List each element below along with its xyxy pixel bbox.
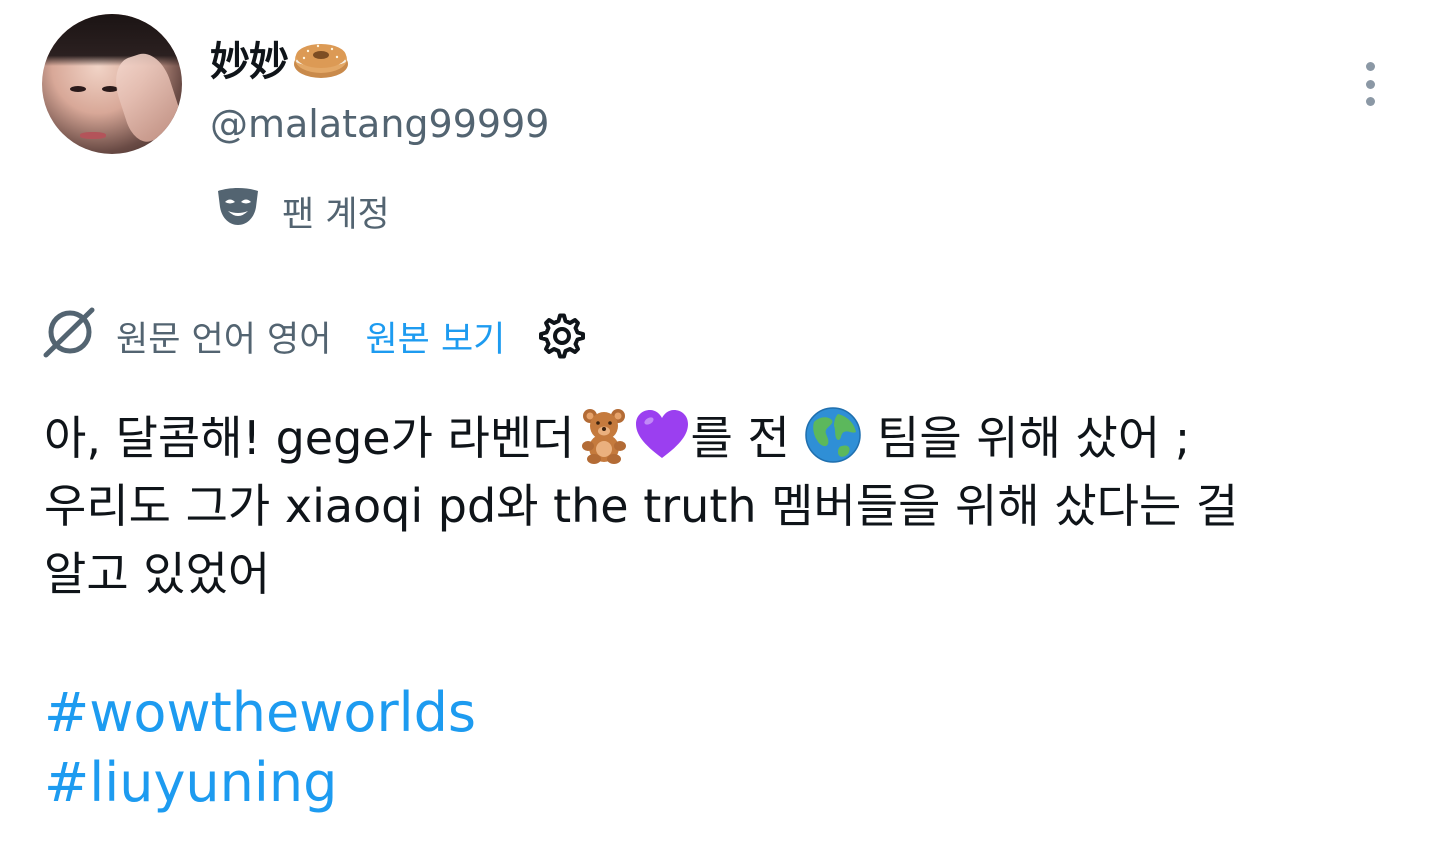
show-original-link[interactable]: 원본 보기 xyxy=(365,311,505,362)
hashtag-list: #wowtheworlds #liuyuning xyxy=(44,678,476,818)
gear-icon[interactable] xyxy=(539,313,586,359)
purple-heart-emoji xyxy=(633,406,691,464)
tweet-text: 아, 달콤해! gege가 라벤더 를 전 팀을 위해 샀어 ; 우리도 그가 … xyxy=(44,404,1414,608)
more-dot xyxy=(1365,97,1375,106)
avatar-hair xyxy=(42,14,182,66)
teddy-bear-emoji xyxy=(575,406,633,464)
more-dot xyxy=(1365,79,1375,89)
display-name[interactable]: 妙妙 xyxy=(210,30,350,86)
hashtag-link[interactable]: #liuyuning xyxy=(44,748,476,818)
hashtag-link[interactable]: #wowtheworlds xyxy=(44,678,476,748)
user-handle[interactable]: @malatang99999 xyxy=(210,102,549,146)
tweet-text-segment: 팀을 위해 샀어 ; xyxy=(877,411,1191,465)
tweet-line-1: 아, 달콤해! gege가 라벤더 를 전 팀을 위해 샀어 ; xyxy=(44,404,1414,472)
more-dot xyxy=(1365,62,1375,71)
avatar[interactable] xyxy=(42,14,182,154)
tweet-line-3: 알고 있었어 xyxy=(44,547,271,601)
tweet-line-2: 우리도 그가 xiaoqi pd와 the truth 멤버들을 위해 샀다는 … xyxy=(44,479,1239,533)
theater-mask-icon xyxy=(216,187,260,236)
display-name-text: 妙妙 xyxy=(210,39,289,85)
translation-bar: 원문 언어 영어 원본 보기 xyxy=(42,306,586,367)
tweet-text-segment: 를 전 xyxy=(690,411,790,465)
account-label: 팬 계정 xyxy=(216,186,390,237)
more-vertical-icon[interactable] xyxy=(1352,58,1388,110)
translate-icon xyxy=(42,306,96,367)
avatar-eye-left xyxy=(70,86,86,92)
bagel-emoji xyxy=(292,37,350,79)
globe-emoji xyxy=(804,406,862,464)
avatar-mouth xyxy=(80,132,106,139)
account-label-text: 팬 계정 xyxy=(282,195,390,235)
tweet-text-segment: 아, 달콤해! gege가 라벤더 xyxy=(44,411,575,465)
translation-language-label: 원문 언어 영어 xyxy=(116,319,332,360)
